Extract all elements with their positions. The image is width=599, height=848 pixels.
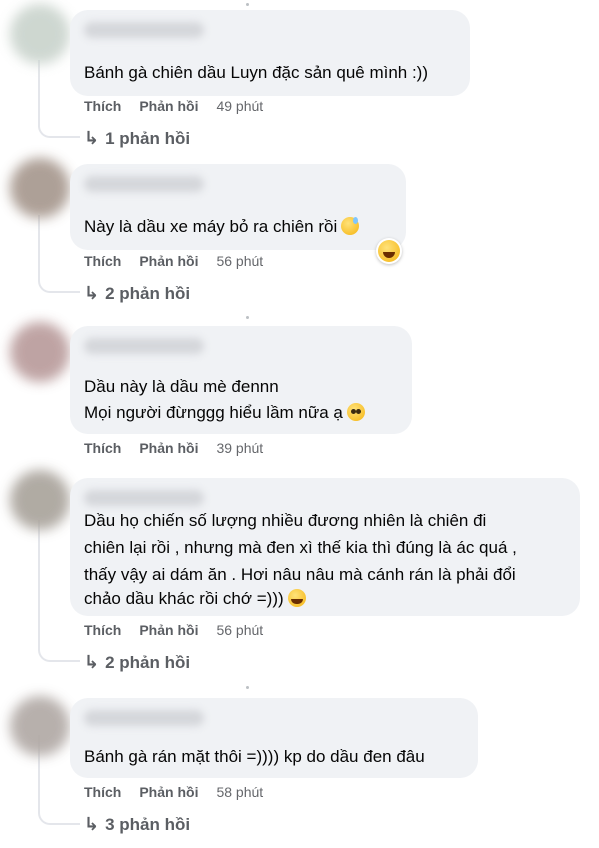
timestamp[interactable]: 56 phút [216, 622, 263, 638]
like-button[interactable]: Thích [84, 622, 121, 638]
reply-button[interactable]: Phản hồi [139, 253, 198, 269]
reply-button[interactable]: Phản hồi [139, 98, 198, 114]
avatar[interactable] [10, 158, 70, 218]
thread-line [38, 215, 40, 277]
separator-dot [246, 3, 249, 6]
view-replies-link[interactable]: ↳ 3 phản hồi [84, 814, 190, 835]
reply-arrow-icon: ↳ [84, 128, 100, 148]
comment-actions: Thích Phản hồi 58 phút [84, 784, 263, 800]
replies-count-label: 3 phản hồi [105, 814, 191, 834]
reply-button[interactable]: Phản hồi [139, 440, 198, 456]
comment-text: Bánh gà chiên dầu Luyn đặc sản quê mình … [84, 63, 429, 82]
haha-reaction-icon [378, 240, 400, 262]
like-button[interactable]: Thích [84, 784, 121, 800]
reply-arrow-icon: ↳ [84, 814, 100, 834]
comment-text-line: Dầu này là dầu mè đennn [84, 377, 279, 396]
author-name-blurred[interactable] [84, 710, 204, 726]
comment-bubble: Dầu họ chiến số lượng nhiều đương nhiên … [70, 478, 580, 616]
author-name-blurred[interactable] [84, 338, 204, 354]
replies-count-label: 1 phản hồi [105, 128, 191, 148]
thread-elbow [38, 122, 80, 138]
comment-bubble: Bánh gà chiên dầu Luyn đặc sản quê mình … [70, 10, 470, 96]
laughing-tears-emoji-icon [287, 589, 306, 607]
author-name-blurred[interactable] [84, 22, 204, 38]
comment-text: Bánh gà rán mặt thôi =)))) kp do dầu đen… [84, 747, 425, 766]
like-button[interactable]: Thích [84, 253, 121, 269]
like-button[interactable]: Thích [84, 98, 121, 114]
comment-text-line: Dầu họ chiến số lượng nhiều đương nhiên … [84, 511, 487, 530]
avatar[interactable] [10, 696, 70, 756]
reply-arrow-icon: ↳ [84, 283, 100, 303]
comment-bubble: Dầu này là dầu mè đennn Mọi người đừnggg… [70, 326, 412, 434]
comment-text: chảo dầu khác rồi chớ =))) [84, 586, 306, 612]
avatar[interactable] [10, 4, 70, 64]
separator-dot [246, 686, 249, 689]
thread-line [38, 520, 40, 646]
comment-actions: Thích Phản hồi 39 phút [84, 440, 263, 456]
comment-bubble: Bánh gà rán mặt thôi =)))) kp do dầu đen… [70, 698, 478, 778]
timestamp[interactable]: 49 phút [216, 98, 263, 114]
thread-elbow [38, 809, 80, 825]
thread-elbow [38, 277, 80, 293]
comment-text: Này là dầu xe máy bỏ ra chiên rồi [84, 214, 360, 240]
avatar[interactable] [10, 470, 70, 530]
timestamp[interactable]: 58 phút [216, 784, 263, 800]
comment-actions: Thích Phản hồi 49 phút [84, 98, 263, 114]
like-button[interactable]: Thích [84, 440, 121, 456]
timestamp[interactable]: 56 phút [216, 253, 263, 269]
comment-text-line: chảo dầu khác rồi chớ =))) [84, 589, 284, 608]
thread-line [38, 60, 40, 122]
avatar[interactable] [10, 322, 70, 382]
comment-actions: Thích Phản hồi 56 phút [84, 622, 263, 638]
comment-text-line: chiên lại rồi , nhưng mà đen xì thế kia … [84, 538, 517, 557]
author-name-blurred[interactable] [84, 490, 204, 506]
comment-text-line: Này là dầu xe máy bỏ ra chiên rồi [84, 217, 338, 236]
comment-text: Mọi người đừnggg hiểu lầm nữa ạ [84, 400, 365, 426]
reply-arrow-icon: ↳ [84, 652, 100, 672]
comment-text-line: thấy vậy ai dám ăn . Hơi nâu nâu mà cánh… [84, 565, 516, 584]
comment-actions: Thích Phản hồi 56 phút [84, 253, 263, 269]
author-name-blurred[interactable] [84, 176, 204, 192]
view-replies-link[interactable]: ↳ 2 phản hồi [84, 652, 190, 673]
reaction-badge[interactable] [376, 238, 402, 264]
separator-dot [246, 316, 249, 319]
sweat-smile-emoji-icon [341, 217, 360, 235]
replies-count-label: 2 phản hồi [105, 283, 191, 303]
view-replies-link[interactable]: ↳ 2 phản hồi [84, 283, 190, 304]
comment-bubble: Này là dầu xe máy bỏ ra chiên rồi [70, 164, 406, 250]
view-replies-link[interactable]: ↳ 1 phản hồi [84, 128, 190, 149]
pleading-face-emoji-icon [346, 403, 365, 421]
comment-text-line: Mọi người đừnggg hiểu lầm nữa ạ [84, 403, 343, 422]
replies-count-label: 2 phản hồi [105, 652, 191, 672]
reply-button[interactable]: Phản hồi [139, 622, 198, 638]
reply-button[interactable]: Phản hồi [139, 784, 198, 800]
thread-elbow [38, 646, 80, 662]
timestamp[interactable]: 39 phút [216, 440, 263, 456]
